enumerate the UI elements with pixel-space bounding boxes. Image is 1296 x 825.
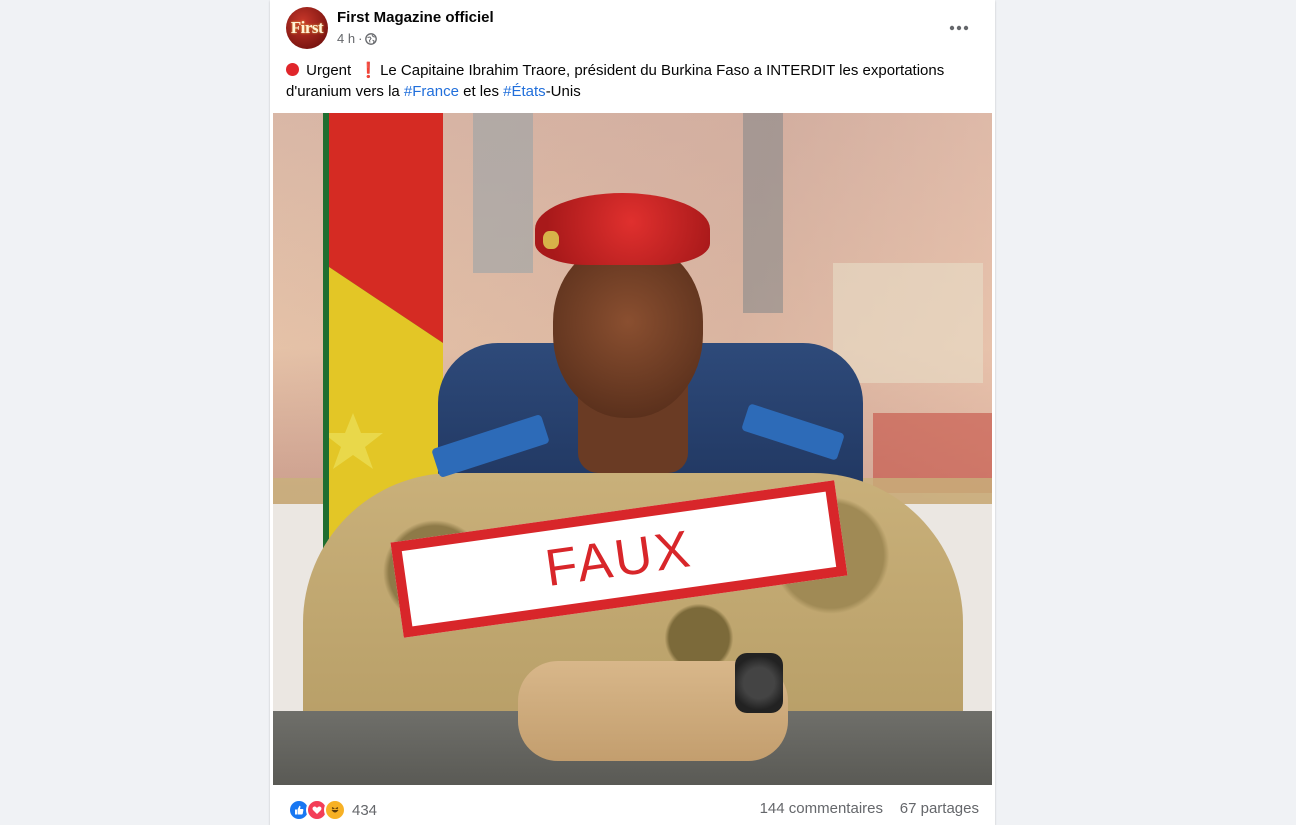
- meta-separator: ·: [358, 31, 363, 46]
- exclamation-emoji-icon: ❗: [359, 62, 379, 79]
- post-caption: Urgent ❗ Le Capitaine Ibrahim Traore, pré…: [286, 60, 986, 102]
- caption-body: Le Capitaine Ibrahim Traore, président d…: [286, 62, 945, 100]
- more-options-button[interactable]: [941, 12, 977, 42]
- red-circle-emoji-icon: [286, 63, 299, 76]
- caption-end: -Unis: [545, 83, 581, 100]
- shares-count-link[interactable]: 67 partages: [900, 800, 979, 817]
- post-timestamp[interactable]: 4 h: [337, 31, 355, 46]
- painting-block-3: [833, 263, 983, 383]
- reactions-summary[interactable]: 434: [288, 799, 377, 821]
- caption-urgent: Urgent: [306, 62, 352, 79]
- post-meta: 4 h ·: [337, 31, 378, 46]
- post-header: First First Magazine officiel 4 h ·: [270, 0, 995, 56]
- hashtag-etats-link[interactable]: #États: [503, 83, 546, 100]
- head: [553, 243, 703, 418]
- page-avatar[interactable]: First: [286, 7, 328, 49]
- globe-icon: [365, 32, 378, 45]
- beret-badge: [543, 231, 559, 249]
- haha-icon: [324, 799, 346, 821]
- caption-connector: et les: [463, 83, 499, 100]
- comments-count-link[interactable]: 144 commentaires: [760, 800, 883, 817]
- post-footer: 434 144 commentaires 67 partages: [270, 790, 995, 825]
- wristwatch: [735, 653, 783, 713]
- reaction-count: 434: [352, 801, 378, 819]
- painting-block-2: [743, 113, 783, 313]
- more-horizontal-icon: [949, 18, 969, 36]
- hashtag-france-link[interactable]: #France: [404, 83, 459, 100]
- fake-stamp-text: FAUX: [541, 519, 697, 599]
- painting-block-1: [473, 113, 533, 273]
- avatar-logo-text: First: [290, 18, 324, 37]
- page-name-link[interactable]: First Magazine officiel: [337, 9, 494, 26]
- red-beret: [535, 193, 710, 265]
- post-photo[interactable]: FAUX: [273, 113, 992, 785]
- facebook-post: First First Magazine officiel 4 h · Urge…: [270, 0, 995, 825]
